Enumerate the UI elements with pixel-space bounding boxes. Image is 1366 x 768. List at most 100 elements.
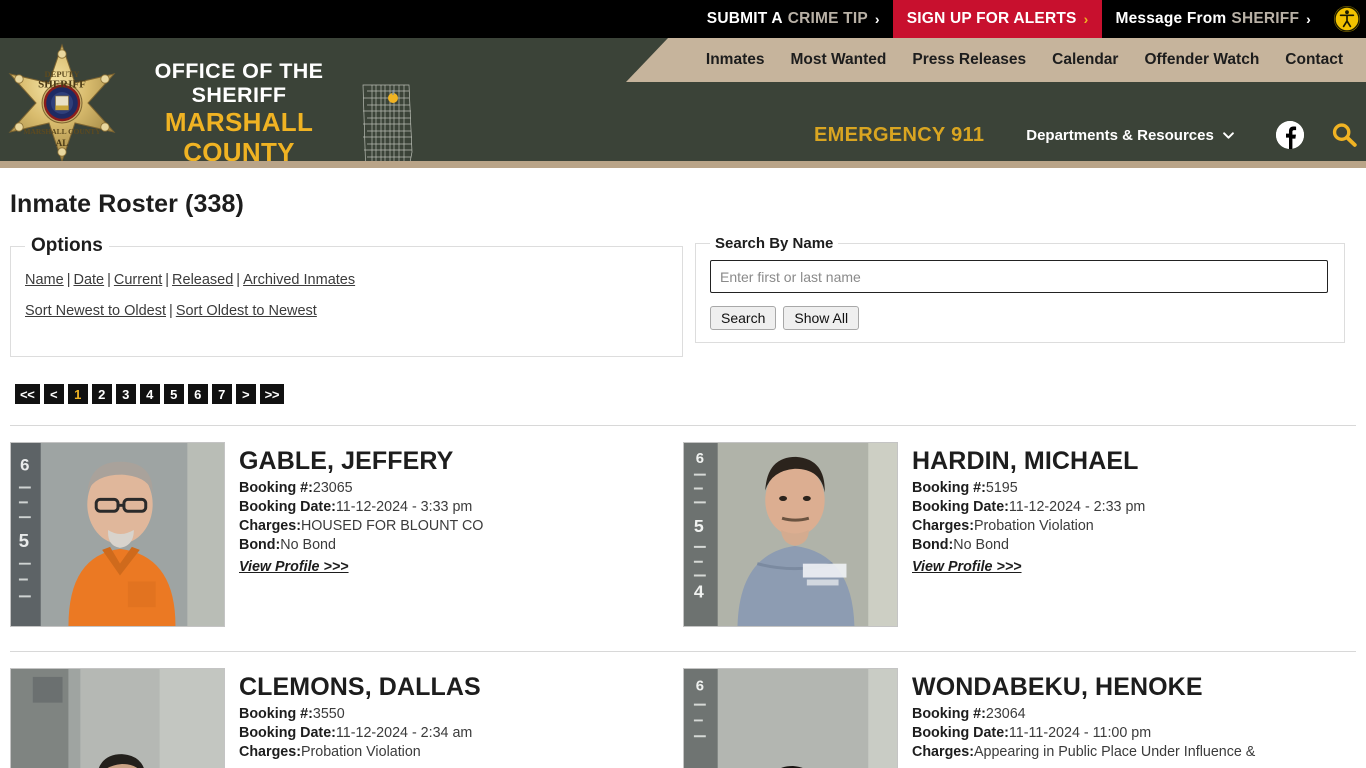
- option-separator: |: [169, 303, 173, 320]
- mugshot-photo[interactable]: 6 5 4: [683, 442, 898, 627]
- pagination-next[interactable]: >: [235, 384, 256, 404]
- inmate-roster-list: 6 5 GABLE, JEFFERY Booking #:23065 Booki…: [10, 425, 1356, 768]
- search-button[interactable]: Search: [710, 306, 777, 330]
- svg-text:AL: AL: [56, 138, 69, 148]
- chevron-right-icon: ›: [1306, 11, 1311, 27]
- pagination-page-2[interactable]: 2: [91, 384, 112, 404]
- charges-label: Charges:: [239, 744, 301, 761]
- charges-value: Appearing in Public Place Under Influenc…: [973, 744, 1256, 761]
- nav-item-press-releases[interactable]: Press Releases: [899, 51, 1039, 69]
- option-separator: |: [236, 272, 241, 288]
- nav-item-offender-watch[interactable]: Offender Watch: [1131, 51, 1272, 69]
- option-link-sort-newest-to-oldest[interactable]: Sort Newest to Oldest: [25, 303, 166, 319]
- option-link-date[interactable]: Date: [73, 272, 104, 288]
- charges-line: Charges:Probation Violation: [912, 517, 1145, 536]
- emergency-911-link[interactable]: EMERGENCY 911: [814, 124, 984, 147]
- booking-date-line: Booking Date:11-12-2024 - 2:34 am: [239, 724, 481, 743]
- booking-date-value: 11-12-2024 - 3:33 pm: [335, 498, 473, 515]
- booking-number-label: Booking #:: [912, 705, 986, 722]
- alabama-counties-map-icon: [352, 82, 420, 161]
- pagination-last[interactable]: >>: [259, 384, 285, 404]
- departments-resources-menu[interactable]: Departments & Resources: [1026, 127, 1234, 144]
- mugshot-photo[interactable]: 6: [683, 668, 898, 768]
- roster-row: CLEMONS, DALLAS Booking #:3550 Booking D…: [10, 652, 1356, 768]
- charges-value: Probation Violation: [973, 518, 1094, 535]
- inmate-card: CLEMONS, DALLAS Booking #:3550 Booking D…: [10, 668, 683, 768]
- bond-label: Bond:: [239, 537, 281, 554]
- view-profile-link[interactable]: View Profile >>>: [239, 559, 349, 575]
- mugshot-photo[interactable]: [10, 668, 225, 768]
- bond-value: No Bond: [280, 537, 336, 554]
- booking-number-line: Booking #:23065: [239, 479, 483, 498]
- show-all-button[interactable]: Show All: [783, 306, 860, 330]
- mugshot-photo[interactable]: 6 5: [10, 442, 225, 627]
- charges-value: Probation Violation: [300, 744, 421, 761]
- booking-date-label: Booking Date:: [239, 724, 336, 741]
- inmate-details: HARDIN, MICHAEL Booking #:5195 Booking D…: [912, 442, 1145, 576]
- message-from-sheriff-strong: Message From: [1115, 10, 1227, 27]
- options-sort-row: Sort Newest to Oldest | Sort Oldest to New…: [25, 300, 668, 323]
- submit-crime-tip-link[interactable]: SUBMIT A CRIME TIP ›: [694, 0, 893, 38]
- pagination: << < 1 2 3 4 5 6 7 > >>: [15, 384, 1356, 404]
- chevron-right-icon: ›: [1083, 11, 1089, 27]
- booking-date-line: Booking Date:11-12-2024 - 3:33 pm: [239, 498, 483, 517]
- charges-label: Charges:: [912, 518, 974, 535]
- inmate-card: 6 WONDABEKU, HENOKE Booking #:23064 Book…: [683, 668, 1356, 768]
- inmate-details: WONDABEKU, HENOKE Booking #:23064 Bookin…: [912, 668, 1255, 762]
- inmate-details: GABLE, JEFFERY Booking #:23065 Booking D…: [239, 442, 483, 576]
- svg-text:6: 6: [696, 679, 704, 695]
- booking-date-value: 11-12-2024 - 2:33 pm: [1008, 498, 1146, 515]
- pagination-page-4[interactable]: 4: [139, 384, 160, 404]
- option-link-sort-oldest-to-newest[interactable]: Sort Oldest to Newest: [176, 303, 317, 319]
- option-link-released[interactable]: Released: [172, 272, 233, 288]
- pagination-page-5[interactable]: 5: [163, 384, 184, 404]
- top-utility-bar: SUBMIT A CRIME TIP › SIGN UP FOR ALERTS …: [0, 0, 1366, 38]
- sheriff-star-badge-icon[interactable]: DEPUTY SHERIFF MARSHALL COUNTY AL: [8, 40, 116, 161]
- booking-number-label: Booking #:: [239, 705, 313, 722]
- pagination-prev[interactable]: <: [43, 384, 64, 404]
- booking-number-value: 23064: [985, 705, 1026, 722]
- sign-up-for-alerts-link[interactable]: SIGN UP FOR ALERTS ›: [892, 0, 1103, 38]
- option-link-name[interactable]: Name: [25, 272, 64, 288]
- emergency-number: 911: [951, 123, 985, 146]
- inmate-card: 6 5 4 HARDIN, MICHAEL Booking #:5195 Boo…: [683, 442, 1356, 627]
- pagination-page-1[interactable]: 1: [67, 384, 88, 404]
- search-by-name-legend: Search By Name: [715, 235, 834, 252]
- message-from-sheriff-muted: SHERIFF: [1231, 10, 1300, 27]
- option-link-current[interactable]: Current: [114, 272, 162, 288]
- booking-date-value: 11-12-2024 - 2:34 am: [335, 724, 473, 741]
- pagination-first[interactable]: <<: [15, 384, 40, 404]
- view-profile-link[interactable]: View Profile >>>: [912, 559, 1022, 575]
- accessibility-button[interactable]: [1324, 0, 1366, 38]
- booking-number-label: Booking #:: [239, 479, 313, 496]
- inmate-card: 6 5 GABLE, JEFFERY Booking #:23065 Booki…: [10, 442, 683, 627]
- pagination-page-3[interactable]: 3: [115, 384, 136, 404]
- search-icon[interactable]: [1330, 121, 1358, 149]
- svg-text:5: 5: [694, 516, 704, 536]
- pagination-page-6[interactable]: 6: [187, 384, 208, 404]
- page-content: Inmate Roster (338) Options Name | Date | Cu…: [0, 190, 1366, 768]
- emergency-label: EMERGENCY: [813, 123, 946, 146]
- nav-item-contact[interactable]: Contact: [1272, 51, 1356, 69]
- pagination-page-7[interactable]: 7: [211, 384, 232, 404]
- svg-text:6: 6: [696, 451, 704, 467]
- svg-text:MARSHALL COUNTY: MARSHALL COUNTY: [23, 127, 101, 136]
- office-of-sheriff-label: OFFICE OF THE SHERIFF: [154, 59, 324, 107]
- message-from-sheriff-link[interactable]: Message From SHERIFF ›: [1102, 0, 1324, 38]
- booking-number-label: Booking #:: [912, 479, 986, 496]
- booking-number-line: Booking #:3550: [239, 705, 481, 724]
- option-separator: |: [107, 272, 111, 288]
- nav-item-most-wanted[interactable]: Most Wanted: [777, 51, 899, 69]
- chevron-right-icon: ›: [874, 11, 880, 27]
- svg-text:DEPUTY: DEPUTY: [45, 69, 80, 79]
- option-separator: |: [165, 272, 170, 288]
- accessibility-icon: [1334, 6, 1360, 32]
- booking-date-value: 11-11-2024 - 11:00 pm: [1008, 724, 1152, 741]
- inmate-name: WONDABEKU, HENOKE: [912, 673, 1203, 701]
- option-link-archived-inmates[interactable]: Archived Inmates: [243, 272, 355, 288]
- submit-crime-tip-strong: SUBMIT A: [706, 10, 783, 27]
- search-input[interactable]: [710, 260, 1328, 293]
- nav-item-calendar[interactable]: Calendar: [1039, 51, 1131, 69]
- nav-item-inmates[interactable]: Inmates: [693, 51, 778, 69]
- facebook-icon[interactable]: [1276, 121, 1304, 149]
